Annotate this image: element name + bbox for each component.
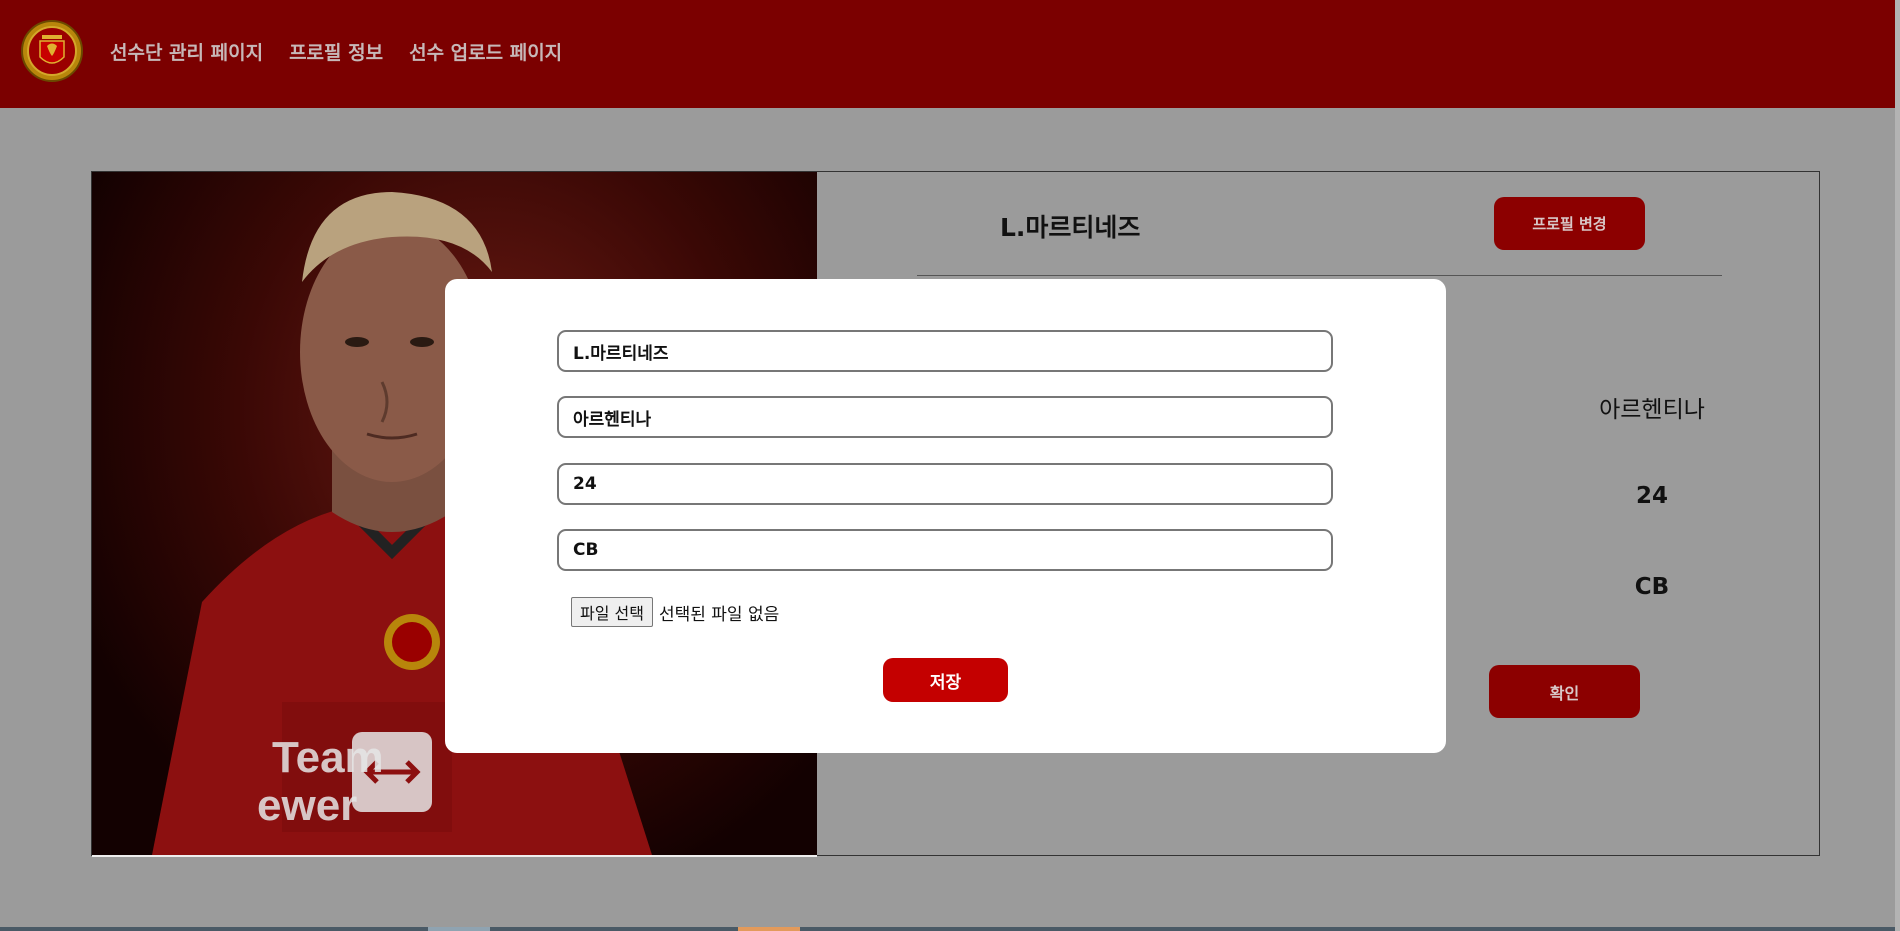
edit-profile-modal: 파일 선택 선택된 파일 없음 저장: [445, 279, 1446, 753]
taskbar-item-indicator-active: [738, 927, 800, 931]
taskbar-edge: [0, 927, 1895, 931]
save-button[interactable]: 저장: [883, 658, 1008, 702]
page-scrollbar[interactable]: [1895, 0, 1900, 931]
position-input[interactable]: [557, 529, 1333, 571]
name-input[interactable]: [557, 330, 1333, 372]
file-upload-row: 파일 선택 선택된 파일 없음: [571, 597, 779, 627]
age-input[interactable]: [557, 463, 1333, 505]
choose-file-button[interactable]: 파일 선택: [571, 597, 653, 627]
file-status-text: 선택된 파일 없음: [658, 604, 780, 625]
taskbar-item-indicator: [428, 927, 490, 931]
nationality-input[interactable]: [557, 396, 1333, 438]
